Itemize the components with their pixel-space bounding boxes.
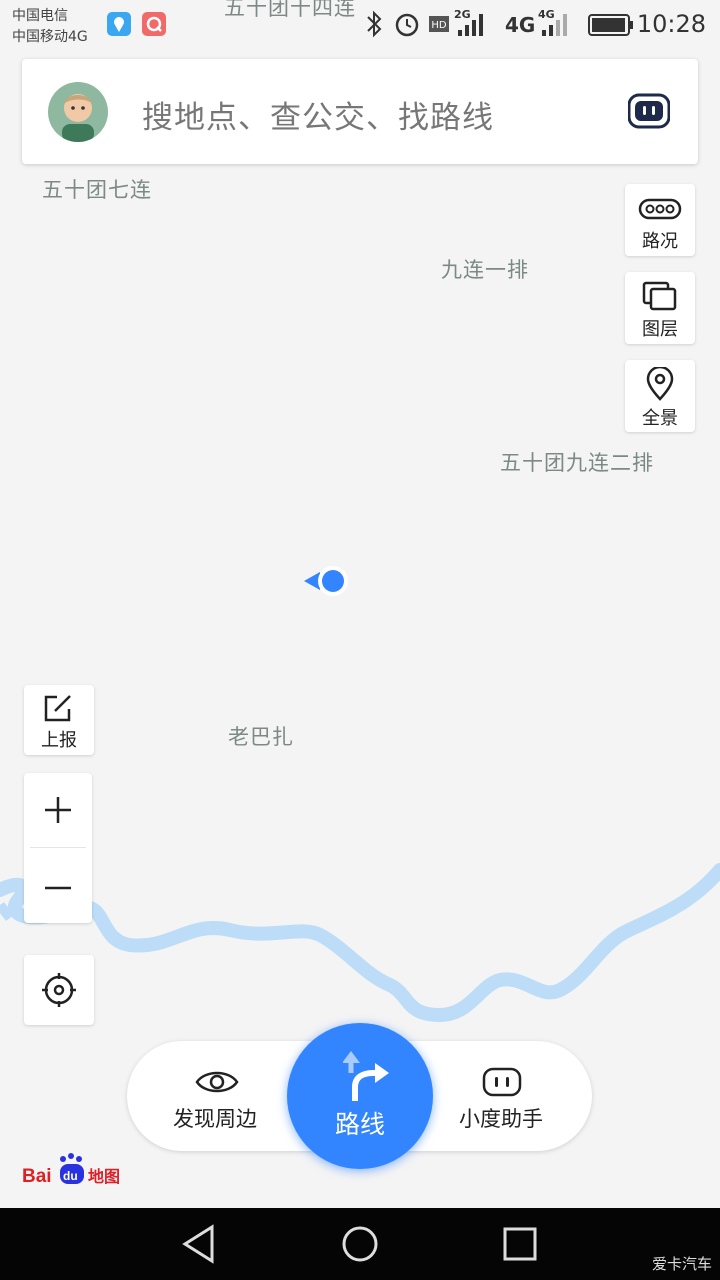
panorama-label: 全景 [642,408,678,429]
report-label: 上报 [41,730,77,751]
svg-text:du: du [63,1169,78,1183]
location-app-icon [107,12,131,36]
assistant-label: 小度助手 [459,1107,543,1131]
route-label: 路线 [334,1110,385,1139]
traffic-icon [638,198,682,220]
svg-text:4G: 4G [538,8,555,21]
q-app-icon [142,12,166,36]
place-label: 五十团七连 [42,178,152,202]
back-icon[interactable] [180,1224,220,1264]
signal-4g-icon: 4G [538,8,567,36]
hd-icon: HD [429,16,449,32]
panorama-icon [646,367,674,401]
assistant-button[interactable]: 小度助手 [447,1041,577,1151]
svg-text:4G: 4G [505,13,535,37]
network-4g-icon: 4G [505,13,535,37]
signal-2g-icon: 2G [454,8,483,36]
robot-face-icon [482,1067,522,1097]
status-icons: HD 2G 4G 4G [367,8,633,38]
search-input[interactable]: 搜地点、查公交、找路线 [142,92,494,137]
crosshair-icon [42,973,76,1007]
traffic-button[interactable]: 路况 [625,184,695,256]
panorama-button[interactable]: 全景 [625,360,695,432]
status-bar: 中国电信 中国移动4G HD 2G 4G 4G 10:28 [0,0,720,50]
watermark: 爱卡汽车 [651,1255,712,1273]
minus-icon[interactable] [43,885,73,891]
layers-icon [642,281,677,311]
layers-label: 图层 [642,319,678,340]
svg-text:地图: 地图 [88,1167,120,1186]
report-button[interactable]: 上报 [24,685,94,755]
baidu-map-logo: Bai du 地图 [22,1153,132,1187]
clock: 10:28 [636,10,706,38]
locate-button[interactable] [24,955,94,1025]
plus-icon[interactable] [43,795,73,825]
svg-text:HD: HD [431,20,447,31]
alarm-icon [395,13,419,37]
turn-right-arrow-icon [343,1051,389,1101]
user-avatar[interactable] [48,82,108,142]
bluetooth-icon [367,10,382,38]
zoom-divider [30,847,86,848]
system-navigation-bar: 爱卡汽车 [0,1208,720,1280]
discover-label: 发现周边 [173,1107,257,1131]
robot-face-icon[interactable] [627,93,671,129]
svg-text:2G: 2G [454,8,471,21]
traffic-label: 路况 [642,231,678,252]
home-icon[interactable] [340,1224,380,1264]
battery-icon [588,14,633,36]
current-location-marker [304,566,348,596]
place-label: 九连一排 [441,258,529,282]
place-label: 五十团九连二排 [500,451,654,475]
layers-button[interactable]: 图层 [625,272,695,344]
search-bar[interactable]: 搜地点、查公交、找路线 [22,59,698,164]
svg-text:Bai: Bai [22,1166,52,1187]
eye-icon [195,1071,239,1093]
carrier-label: 中国电信 [12,8,68,24]
baidu-paw-logo-icon: Bai du 地图 [22,1153,120,1187]
edit-icon [44,695,71,722]
carrier-label: 中国移动4G [12,29,88,45]
discover-nearby-button[interactable]: 发现周边 [157,1041,307,1151]
recents-icon[interactable] [500,1224,540,1264]
zoom-control [24,773,92,923]
place-label: 老巴扎 [228,725,294,749]
route-button[interactable]: 路线 [287,1023,433,1169]
